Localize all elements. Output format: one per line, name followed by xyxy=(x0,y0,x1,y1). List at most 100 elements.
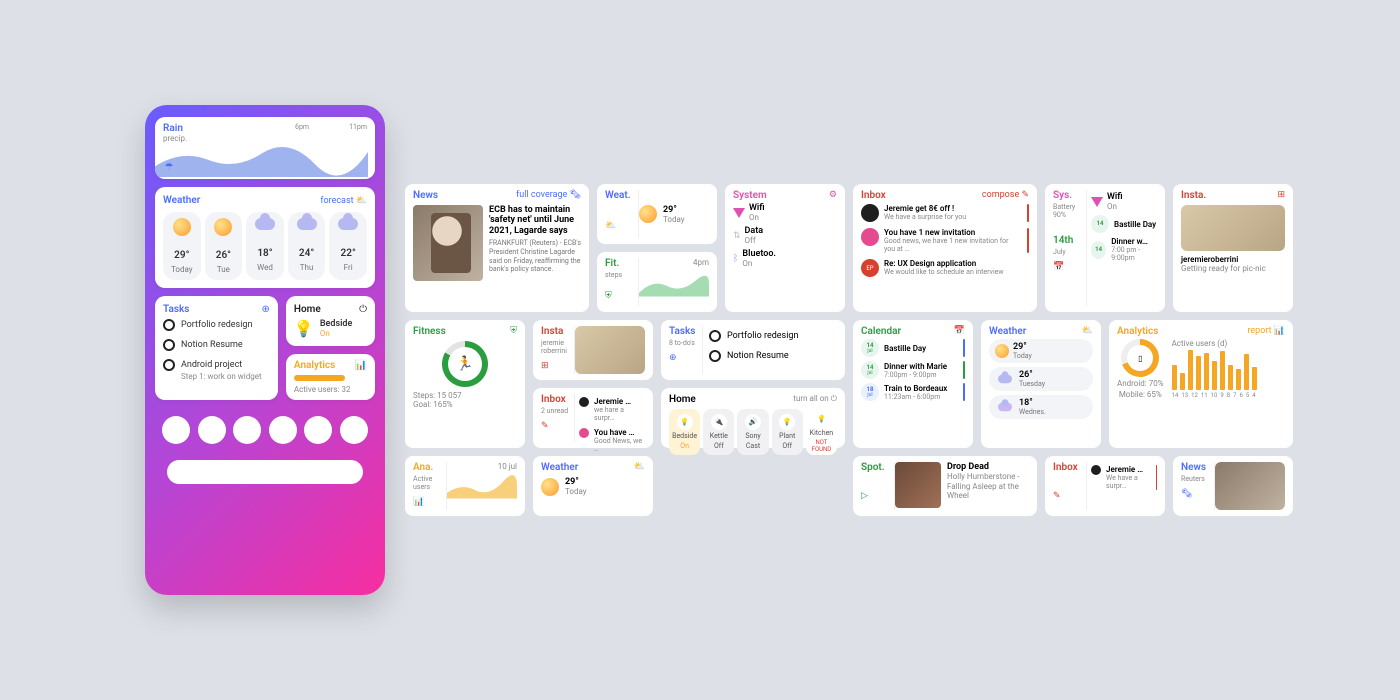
insta-image xyxy=(1181,205,1285,251)
instagram-widget[interactable]: Insta.⊞ jeremieroberrini Getting ready f… xyxy=(1173,184,1293,312)
calendar-event[interactable]: 14julDinner with Marie7:00pm - 9:00pm xyxy=(861,359,965,381)
calendar-icon: 📅 xyxy=(954,326,965,336)
home-widget[interactable]: Home⏻ 💡 BedsideOn xyxy=(286,296,375,346)
event-date-badge: 14jul xyxy=(861,339,879,357)
news-small-widget[interactable]: NewsReuters🗞 xyxy=(1173,456,1293,516)
analytics-small-widget[interactable]: Ana.Active users📊 10 jul xyxy=(405,456,525,516)
dock-app[interactable] xyxy=(198,416,226,444)
add-icon[interactable]: ⊞ xyxy=(1277,190,1285,200)
fit-widget[interactable]: Fit.steps⛨ 4pm xyxy=(597,252,717,312)
forecast-day[interactable]: 18°Wed xyxy=(246,212,284,280)
weather-small-widget[interactable]: Weat.⛅ 29°Today xyxy=(597,184,717,244)
event-bar xyxy=(963,361,965,379)
fitness-widget[interactable]: Fitness⛨ 🏃 Steps: 15 057 Goal: 165% xyxy=(405,320,525,448)
forecast-day[interactable]: 29°Today xyxy=(163,212,201,280)
system-row[interactable]: ᛒBluetoo.On xyxy=(733,247,837,270)
play-icon[interactable]: ▷ xyxy=(861,491,868,501)
spotify-widget[interactable]: Spot.▷ Drop DeadHolly Humberstone - Fall… xyxy=(853,456,1037,516)
compose-icon[interactable]: ✎ xyxy=(1053,491,1061,501)
circle-icon xyxy=(163,339,175,351)
rain-subtitle: precip. xyxy=(163,134,187,143)
home-device-tile[interactable]: 💡KitchenNOT FOUND xyxy=(806,409,837,455)
task-item[interactable]: Android project Step 1: work on widget xyxy=(163,355,270,385)
forecast-link[interactable]: forecast ⛅ xyxy=(320,196,367,206)
inbox-small-widget[interactable]: Inbox2 unread✎ Jeremie …we hare a surpr…… xyxy=(533,388,653,448)
unread-indicator xyxy=(1027,204,1029,222)
report-link[interactable]: report 📊 xyxy=(1247,326,1285,336)
event-date-icon: 14 xyxy=(1091,215,1109,233)
home-device-tile[interactable]: 🔌KettleOff xyxy=(703,409,734,455)
weather-small-widget[interactable]: Weather⛅ 29°Today xyxy=(533,456,653,516)
weather-row[interactable]: 18°Wednes. xyxy=(989,395,1093,419)
tasks-widget[interactable]: Tasks⊕ Portfolio redesign Notion Resume … xyxy=(155,296,278,400)
dock-app[interactable] xyxy=(162,416,190,444)
weather-widget[interactable]: Weather forecast ⛅ 29°Today 26°Tue 18°We… xyxy=(155,187,375,288)
task-item[interactable]: Notion Resume xyxy=(709,346,837,366)
add-icon[interactable]: ⊞ xyxy=(541,361,549,371)
dock-app[interactable] xyxy=(233,416,261,444)
calendar-event[interactable]: 18julTrain to Bordeaux11:23am - 6:00pm xyxy=(861,381,965,403)
bulb-icon: 💡 xyxy=(813,411,829,427)
system-widget[interactable]: System ⚙ WifiOn ⇅DataOff ᛒBluetoo.On xyxy=(725,184,845,312)
inbox-widget[interactable]: Inboxcompose ✎ Jeremie get 8€ off !We ha… xyxy=(853,184,1037,312)
turn-all-on-link[interactable]: turn all on ⏻ xyxy=(793,394,837,404)
tasks-widget[interactable]: Tasks8 to-do's⊕ Portfolio redesign Notio… xyxy=(661,320,845,380)
forecast-day[interactable]: 24°Thu xyxy=(288,212,326,280)
inbox-message[interactable]: You have 1 new invitationGood news, we h… xyxy=(861,225,1029,256)
calendar-event[interactable]: 14julBastille Day xyxy=(861,337,965,359)
weather-row[interactable]: 26°Tuesday xyxy=(989,367,1093,391)
instagram-small-widget[interactable]: Instajeremie roberrini⊞ xyxy=(533,320,653,380)
inbox-message[interactable]: EPRe: UX Design applicationWe would like… xyxy=(861,256,1029,280)
event-date-icon: 14 xyxy=(1091,241,1106,259)
task-item[interactable]: Portfolio redesign xyxy=(163,315,270,335)
cloud-icon xyxy=(338,218,358,230)
sys-wifi-row[interactable]: WifiOn xyxy=(1091,190,1157,213)
analytics-widget[interactable]: Analyticsreport 📊 ▯ Android: 70% Mobile:… xyxy=(1109,320,1293,448)
calendar-widget[interactable]: Calendar📅 14julBastille Day 14julDinner … xyxy=(853,320,973,448)
sys-event[interactable]: 14Dinner w…7:00 pm - 9:00pm xyxy=(1091,235,1157,264)
tasks-title: Tasks xyxy=(163,304,189,315)
home-device-tile[interactable]: 💡BedsideOn xyxy=(669,409,700,455)
rain-widget[interactable]: Rain precip. 6pm 11pm ☂ xyxy=(155,117,375,179)
inbox-message[interactable]: Jeremie …we hare a surpr… xyxy=(579,394,645,425)
avatar xyxy=(861,204,879,222)
system-row[interactable]: ⇅DataOff xyxy=(733,224,837,247)
album-art xyxy=(895,462,941,508)
gear-icon[interactable]: ⚙ xyxy=(829,190,837,200)
power-icon[interactable]: ⏻ xyxy=(359,304,367,315)
weather-row[interactable]: 29°Today xyxy=(989,339,1093,363)
weather-title: Weather xyxy=(163,195,200,206)
home-device-tile[interactable]: 🔊SonyCast xyxy=(737,409,768,455)
system-row[interactable]: WifiOn xyxy=(733,201,837,224)
dock-app[interactable] xyxy=(340,416,368,444)
sys-calendar-widget[interactable]: Sys.Battery 90% 14thJuly 📅 WifiOn 14Bast… xyxy=(1045,184,1165,312)
add-icon[interactable]: ⊕ xyxy=(669,353,677,363)
task-item[interactable]: Portfolio redesign xyxy=(709,326,837,346)
full-coverage-link[interactable]: full coverage 🗞 xyxy=(516,190,581,200)
forecast-day[interactable]: 22°Fri xyxy=(329,212,367,280)
compose-icon[interactable]: ✎ xyxy=(541,421,549,431)
weather-widget[interactable]: Weather⛅ 29°Today 26°Tuesday 18°Wednes. xyxy=(981,320,1101,448)
sys-event[interactable]: 14Bastille Day xyxy=(1091,213,1157,235)
inbox-message[interactable]: You have …Good News, we … xyxy=(579,425,645,456)
news-widget[interactable]: Newsfull coverage 🗞 ECB has to maintain … xyxy=(405,184,589,312)
forecast-day[interactable]: 26°Tue xyxy=(205,212,243,280)
bluetooth-icon: ᛒ xyxy=(733,254,738,264)
dock-app[interactable] xyxy=(304,416,332,444)
compose-link[interactable]: compose ✎ xyxy=(982,190,1029,200)
home-device-tile[interactable]: 💡PlantOff xyxy=(772,409,803,455)
wifi-icon xyxy=(733,208,745,218)
inbox-message[interactable]: Jeremie …We have a surpr… xyxy=(1091,462,1157,493)
search-bar[interactable] xyxy=(167,460,363,484)
home-state: On xyxy=(320,329,353,338)
task-item[interactable]: Notion Resume xyxy=(163,335,270,355)
inbox-message[interactable]: Jeremie get 8€ off !We have a surprise f… xyxy=(861,201,1029,225)
home-widget[interactable]: Hometurn all on ⏻ 💡BedsideOn 🔌KettleOff … xyxy=(661,388,845,448)
add-task-icon[interactable]: ⊕ xyxy=(262,304,270,315)
analytics-widget[interactable]: Analytics📊 Active users: 32 xyxy=(286,354,375,400)
unread-indicator xyxy=(1156,465,1157,490)
system-title: System xyxy=(733,190,767,201)
circle-icon xyxy=(163,319,175,331)
dock-app[interactable] xyxy=(269,416,297,444)
inbox-tiny-widget[interactable]: Inbox✎ Jeremie …We have a surpr… xyxy=(1045,456,1165,516)
